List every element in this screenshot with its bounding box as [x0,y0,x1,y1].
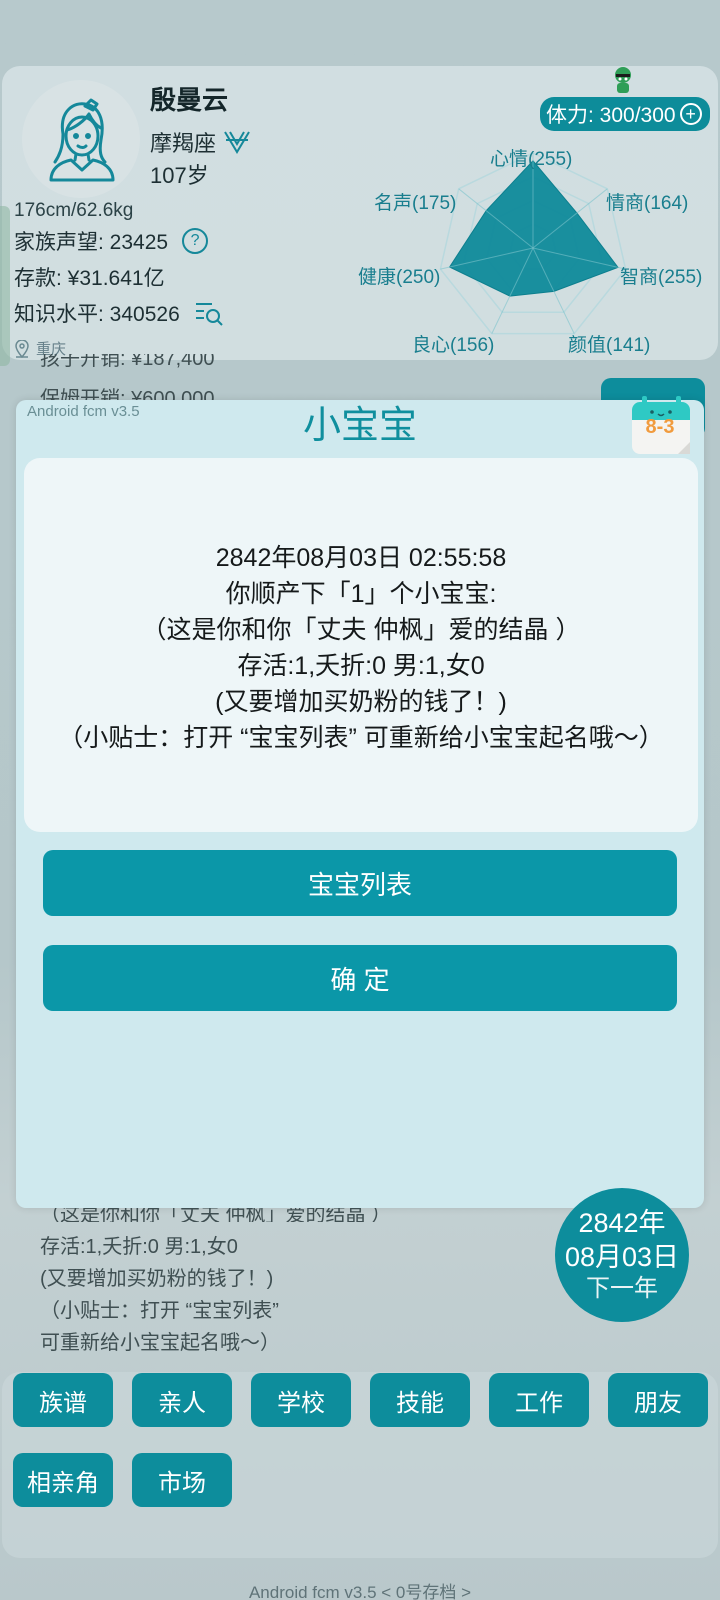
calendar-date: 8-3 [645,416,675,438]
footer-save-slot[interactable]: Android fcm v3.5 < 0号存档 > [0,1578,720,1600]
menu-friends[interactable]: 朋友 [608,1373,708,1427]
menu-matchmaking[interactable]: 相亲角 [13,1453,113,1507]
calendar-icon: 8-3 [628,392,696,458]
date-year: 2842年 [578,1208,666,1238]
radar-label-health: 健康(250) [358,267,441,288]
bg-milk-line: (又要增加买奶粉的钱了！) [40,1268,274,1290]
message-birth: 你顺产下「1」个小宝宝: [225,580,497,608]
bg-stats-line: 存活:1,夭折:0 男:1,女0 [40,1236,238,1258]
message-milk: (又要增加买奶粉的钱了！) [215,688,507,716]
next-year-button[interactable]: 2842年 08月03日 下一年 [555,1188,689,1322]
menu-relatives[interactable]: 亲人 [132,1373,232,1427]
menu-school[interactable]: 学校 [251,1373,351,1427]
bg-child-expense: 孩子开销: ¥187,400 [40,354,215,370]
bg-spouse-line: （这是你和你「丈夫 仲枫」爱的结晶 ） [40,1208,392,1222]
dialog-title: 小宝宝 [302,405,417,447]
menu-genealogy[interactable]: 族谱 [13,1373,113,1427]
menu-work[interactable]: 工作 [489,1373,589,1427]
radar-label-mood: 心情(255) [490,149,573,170]
message-spouse: （这是你和你「丈夫 仲枫」爱的结晶 ） [141,616,581,644]
radar-label-eq: 情商(164) [606,193,689,214]
next-year-label: 下一年 [586,1275,658,1302]
radar-label-looks: 颜值(141) [568,335,651,356]
message-tip: （小贴士：打开 “宝宝列表” 可重新给小宝宝起名哦～） [58,724,664,752]
message-datetime: 2842年08月03日 02:55:58 [215,544,507,572]
bg-tip-line-2: 可重新给小宝宝起名哦～） [40,1332,280,1354]
date-month-day: 08月03日 [564,1242,680,1272]
bg-tip-line-1: （小贴士：打开 “宝宝列表” [40,1300,279,1322]
menu-market[interactable]: 市场 [132,1453,232,1507]
bg-nanny-expense: 保姆开销: ¥600,000 [40,388,215,402]
confirm-button[interactable]: 确 定 [43,945,677,1011]
message-stats: 存活:1,夭折:0 男:1,女0 [237,652,485,680]
menu-skills[interactable]: 技能 [370,1373,470,1427]
baby-list-button[interactable]: 宝宝列表 [43,850,677,916]
radar-label-fame: 名声(175) [374,193,457,214]
radar-label-conscience: 良心(156) [412,335,495,356]
radar-label-iq: 智商(255) [620,267,703,288]
